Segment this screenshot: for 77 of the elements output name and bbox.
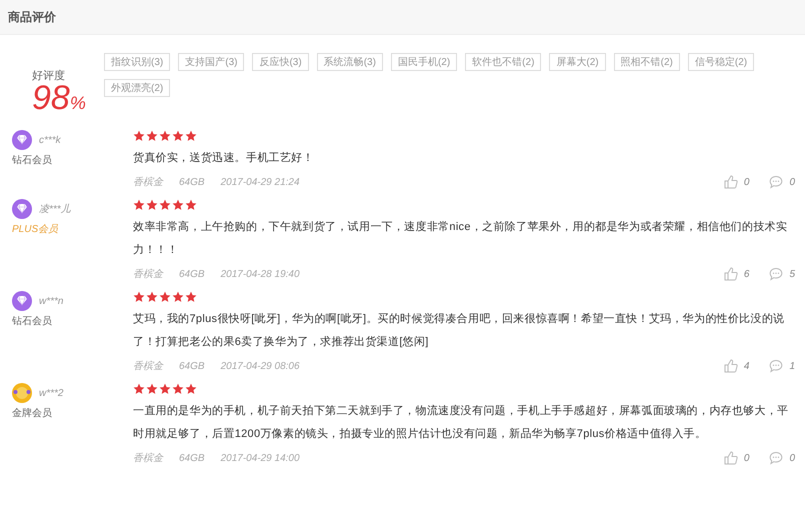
member-level: 钻石会员 bbox=[12, 154, 53, 167]
member-level: 钻石会员 bbox=[12, 315, 53, 328]
review-text: 货真价实，送货迅速。手机工艺好！ bbox=[133, 150, 315, 166]
section-title: 商品评价 bbox=[8, 8, 56, 26]
star-icon bbox=[185, 130, 197, 142]
comment-count: 5 bbox=[789, 268, 795, 280]
like-count: 0 bbox=[744, 452, 750, 464]
star-icon bbox=[172, 130, 184, 142]
tag-button[interactable]: 软件也不错(2) bbox=[465, 53, 542, 71]
user-name: w***n bbox=[39, 296, 64, 306]
member-level: 金牌会员 bbox=[12, 407, 53, 420]
rating-label: 好评度 bbox=[32, 68, 65, 83]
diamond-avatar-icon bbox=[12, 291, 32, 311]
review-text: 效率非常高，上午抢购的，下午就到货了，试用一下，速度非常nice，之前除了苹果外，用的都是华为或者荣耀，相信他们的技术实力！！！ bbox=[133, 220, 788, 258]
user-name: w***2 bbox=[39, 388, 64, 398]
star-icon bbox=[185, 199, 197, 211]
comment-icon bbox=[769, 451, 784, 465]
thumbs-up-icon bbox=[724, 267, 738, 281]
star-icon bbox=[146, 199, 158, 211]
thumbs-up-icon bbox=[724, 451, 738, 465]
product-color: 香槟金 bbox=[133, 452, 163, 465]
comment-icon bbox=[769, 359, 784, 373]
diamond-avatar-icon bbox=[12, 130, 32, 150]
star-icon bbox=[146, 130, 158, 142]
like-count: 6 bbox=[744, 268, 750, 280]
review-date: 2017-04-29 14:00 bbox=[220, 452, 300, 464]
thumbs-up-icon bbox=[724, 175, 738, 189]
member-level: PLUS会员 bbox=[12, 223, 60, 236]
tag-button[interactable]: 屏幕大(2) bbox=[549, 53, 606, 71]
product-storage: 64GB bbox=[179, 360, 205, 372]
thumbs-up-icon bbox=[724, 359, 738, 373]
tag-button[interactable]: 系统流畅(3) bbox=[316, 53, 383, 71]
comment-count: 0 bbox=[789, 452, 795, 464]
tag-button[interactable]: 信号稳定(2) bbox=[688, 53, 754, 71]
comment-icon bbox=[769, 175, 784, 189]
review-date: 2017-04-29 08:06 bbox=[220, 360, 300, 372]
star-icon bbox=[172, 199, 184, 211]
star-icon bbox=[172, 291, 184, 303]
star-icon bbox=[146, 291, 158, 303]
like-count: 4 bbox=[744, 360, 750, 372]
user-name: c***k bbox=[39, 134, 61, 146]
review-date: 2017-04-29 21:24 bbox=[220, 176, 300, 188]
star-icon bbox=[185, 291, 197, 303]
star-icon bbox=[159, 130, 171, 142]
review-text: 艾玛，我的7plus很快呀[呲牙]，华为的啊[呲牙]。买的时候觉得凑合用吧，回来很惊喜啊！希望一直快！艾玛，华为的性价比没的说了！打算把老公的果6卖了换华为了，求推荐出货渠道[悠闲] bbox=[133, 312, 786, 350]
like-count: 0 bbox=[744, 176, 750, 188]
star-icon bbox=[146, 383, 158, 395]
star-icon bbox=[159, 383, 171, 395]
rating-percent: 98% bbox=[32, 83, 86, 119]
tag-button[interactable]: 指纹识别(3) bbox=[104, 53, 170, 71]
star-icon bbox=[159, 291, 171, 303]
star-icon bbox=[133, 130, 145, 142]
medal-avatar-icon bbox=[12, 383, 32, 403]
comment-count: 0 bbox=[789, 176, 795, 188]
star-icon bbox=[133, 383, 145, 395]
star-icon bbox=[172, 383, 184, 395]
tag-button[interactable]: 反应快(3) bbox=[252, 53, 309, 71]
review-text: 一直用的是华为的手机，机子前天拍下第二天就到手了，物流速度没有问题，手机上手手感超好，屏幕弧面玻璃的，内存也够大，平时用就足够了，后置1200万像素的镜头，拍摄专业的照片估计也没有问题，新品华为畅享7plus价格适中值得入手。 bbox=[133, 404, 790, 442]
review-date: 2017-04-28 19:40 bbox=[220, 268, 300, 280]
comment-count: 1 bbox=[789, 360, 795, 372]
star-icon bbox=[133, 199, 145, 211]
tag-button[interactable]: 国民手机(2) bbox=[390, 53, 458, 71]
user-name: 凌***儿 bbox=[39, 202, 71, 216]
product-storage: 64GB bbox=[179, 268, 205, 280]
product-color: 香槟金 bbox=[133, 268, 163, 281]
star-icon bbox=[185, 383, 197, 395]
diamond-avatar-icon bbox=[12, 199, 32, 219]
tag-button[interactable]: 照相不错(2) bbox=[614, 53, 680, 71]
star-icon bbox=[159, 199, 171, 211]
product-storage: 64GB bbox=[179, 176, 205, 188]
product-color: 香槟金 bbox=[133, 176, 163, 189]
tag-button[interactable]: 支持国产(3) bbox=[178, 53, 244, 71]
product-color: 香槟金 bbox=[133, 360, 163, 373]
tag-button[interactable]: 外观漂亮(2) bbox=[104, 79, 170, 97]
product-storage: 64GB bbox=[179, 452, 205, 464]
comment-icon bbox=[769, 267, 784, 281]
star-icon bbox=[133, 291, 145, 303]
